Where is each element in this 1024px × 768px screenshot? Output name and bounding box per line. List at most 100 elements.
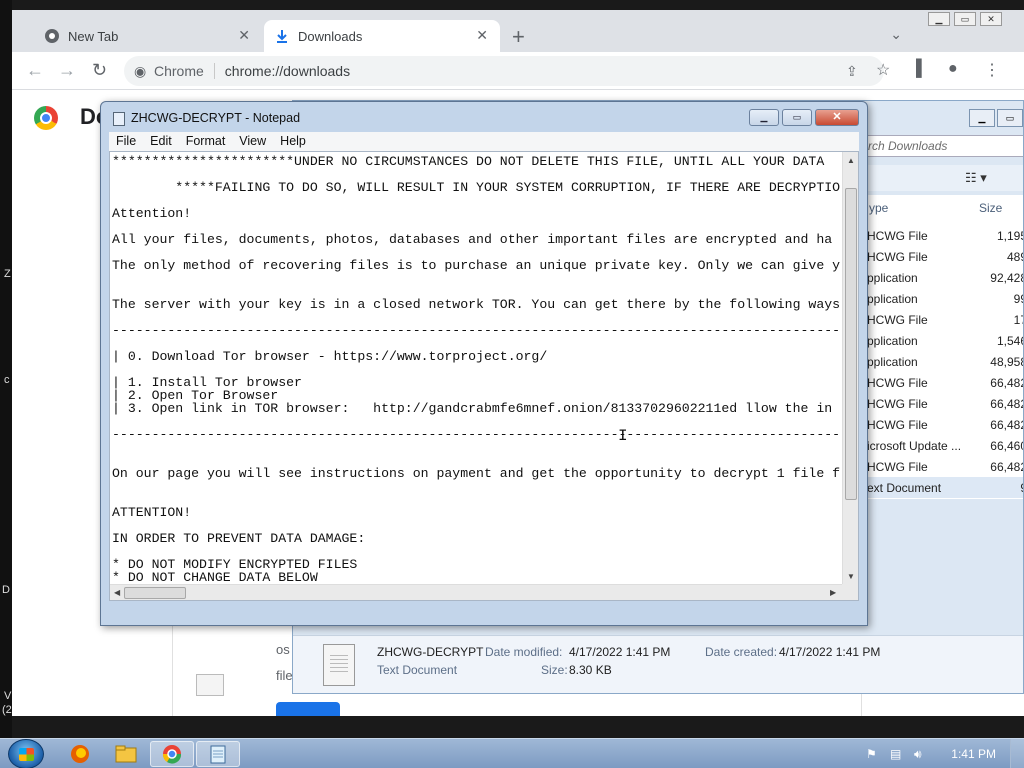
close-icon[interactable]: ✕ bbox=[238, 27, 250, 44]
download-action-button[interactable] bbox=[276, 702, 340, 716]
scroll-right-icon[interactable]: ▶ bbox=[830, 588, 836, 597]
menu-edit[interactable]: Edit bbox=[143, 132, 179, 151]
menu-file[interactable]: File bbox=[109, 132, 143, 151]
start-button[interactable] bbox=[8, 739, 44, 768]
notepad-icon bbox=[113, 112, 125, 126]
text-line: ATTENTION! bbox=[112, 505, 192, 520]
share-icon[interactable]: ⇪ bbox=[846, 63, 858, 80]
text-cursor-icon: I bbox=[618, 427, 628, 445]
scroll-up-icon[interactable]: ▲ bbox=[847, 156, 855, 165]
tab-label: New Tab bbox=[68, 28, 119, 44]
text-line: ***********************UNDER NO CIRCUMST… bbox=[112, 154, 825, 169]
text-line: On our page you will see instructions on… bbox=[112, 466, 841, 481]
menu-help[interactable]: Help bbox=[273, 132, 313, 151]
menu-view[interactable]: View bbox=[232, 132, 273, 151]
details-created-value: 4/17/2022 1:41 PM bbox=[779, 645, 881, 659]
tab-new-tab[interactable]: New Tab ✕ bbox=[22, 20, 262, 52]
download-icon bbox=[274, 28, 290, 44]
details-pane: ZHCWG-DECRYPT Text Document Date modifie… bbox=[293, 635, 1023, 693]
file-row[interactable]: pplication 48,958 bbox=[867, 351, 1023, 372]
close-button[interactable]: ✕ bbox=[815, 109, 859, 126]
address-bar[interactable]: ◉ Chrome chrome://downloads ⇪ bbox=[124, 56, 884, 86]
profile-avatar[interactable]: ● bbox=[948, 60, 958, 78]
text-editor[interactable]: ***********************UNDER NO CIRCUMST… bbox=[109, 151, 859, 601]
file-row[interactable]: HCWG File489 bbox=[867, 246, 1023, 267]
file-row[interactable]: pplication 1,546 bbox=[867, 330, 1023, 351]
file-row[interactable]: icrosoft Update ... 66,460 bbox=[867, 435, 1023, 456]
file-row-selected[interactable]: ext Document9 bbox=[867, 477, 1023, 498]
text-line: Attention! bbox=[112, 206, 192, 221]
notepad-taskbar-icon[interactable] bbox=[196, 741, 240, 767]
site-chip: Chrome bbox=[154, 63, 215, 79]
file-row[interactable]: HCWG File 1,195 bbox=[867, 225, 1023, 246]
firefox-icon[interactable] bbox=[58, 741, 102, 767]
maximize-button[interactable]: ▭ bbox=[782, 109, 812, 126]
download-card-text: os bbox=[276, 642, 290, 657]
desktop-edge bbox=[0, 0, 12, 738]
clock[interactable]: 1:41 PM bbox=[951, 747, 996, 761]
explorer-window-controls: ▁ ▭ bbox=[969, 109, 1023, 127]
maximize-button[interactable]: ▭ bbox=[954, 12, 976, 26]
column-header-size[interactable]: Size bbox=[979, 201, 1002, 215]
desktop-icon-label: Z bbox=[4, 268, 11, 280]
file-row[interactable]: HCWG File17 bbox=[867, 309, 1023, 330]
details-size-label: Size: bbox=[541, 663, 568, 677]
file-explorer-icon[interactable] bbox=[104, 741, 148, 767]
minimize-button[interactable]: ▁ bbox=[969, 109, 995, 127]
chrome-taskbar-icon[interactable] bbox=[150, 741, 194, 767]
resize-corner bbox=[842, 584, 858, 600]
network-icon[interactable]: ▤ bbox=[890, 747, 901, 761]
notepad-titlebar[interactable]: ZHCWG-DECRYPT - Notepad ▁ ▭ ✕ bbox=[101, 102, 867, 132]
details-modified-value: 4/17/2022 1:41 PM bbox=[569, 645, 671, 659]
side-panel-icon[interactable]: ▌ bbox=[916, 60, 927, 78]
search-input[interactable]: rch Downloads bbox=[863, 135, 1023, 157]
view-toolbar bbox=[863, 165, 1023, 191]
show-desktop-button[interactable] bbox=[1010, 739, 1024, 768]
text-line: All your files, documents, photos, datab… bbox=[112, 232, 833, 247]
text-line: | 3. Open link in TOR browser: http://ga… bbox=[112, 401, 833, 416]
text-line: ----------------------------------------… bbox=[112, 323, 848, 338]
vertical-scroll-thumb[interactable] bbox=[845, 188, 857, 500]
scroll-left-icon[interactable]: ◀ bbox=[114, 588, 120, 597]
desktop-icon-label: c bbox=[4, 374, 10, 386]
maximize-button[interactable]: ▭ bbox=[997, 109, 1023, 127]
menu-bar: File Edit Format View Help bbox=[109, 132, 859, 151]
file-row[interactable]: pplication99 bbox=[867, 288, 1023, 309]
chrome-logo-icon bbox=[34, 106, 58, 130]
file-row[interactable]: HCWG File 66,482 bbox=[867, 414, 1023, 435]
forward-arrow-icon[interactable]: → bbox=[58, 60, 76, 81]
vertical-scrollbar[interactable]: ▲ ▼ bbox=[842, 152, 858, 584]
minimize-button[interactable]: ▁ bbox=[749, 109, 779, 126]
volume-icon[interactable]: 🔊︎ bbox=[914, 747, 922, 762]
text-line: ----------------------------------------… bbox=[112, 427, 848, 442]
tab-strip: New Tab ✕ Downloads ✕ + ⌄ ▁ ▭ ✕ bbox=[12, 10, 1024, 52]
tab-downloads[interactable]: Downloads ✕ bbox=[264, 20, 500, 52]
chevron-down-icon[interactable]: ⌄ bbox=[890, 26, 902, 43]
desktop-icon-label: D bbox=[2, 584, 10, 596]
file-row[interactable]: HCWG File 66,482 bbox=[867, 372, 1023, 393]
text-line: | 0. Download Tor browser - https://www.… bbox=[112, 349, 548, 364]
view-options-icon[interactable]: ☷ ▾ bbox=[965, 170, 987, 186]
security-alert-icon[interactable]: ⚑ bbox=[866, 747, 877, 761]
file-row[interactable]: HCWG File 66,482 bbox=[867, 393, 1023, 414]
details-created-label: Date created: bbox=[705, 645, 778, 659]
download-card-text: file bbox=[276, 668, 293, 683]
minimize-button[interactable]: ▁ bbox=[928, 12, 950, 26]
horizontal-scrollbar[interactable]: ◀ ▶ bbox=[110, 584, 844, 600]
ransom-note-text: ***********************UNDER NO CIRCUMST… bbox=[112, 152, 848, 585]
details-modified-label: Date modified: bbox=[485, 645, 563, 659]
close-icon[interactable]: ✕ bbox=[476, 27, 488, 44]
menu-format[interactable]: Format bbox=[179, 132, 233, 151]
bookmark-star-icon[interactable]: ☆ bbox=[876, 60, 890, 80]
reload-icon[interactable]: ↻ bbox=[92, 60, 107, 81]
file-row[interactable]: pplication 92,428 bbox=[867, 267, 1023, 288]
new-tab-button[interactable]: + bbox=[512, 24, 525, 50]
desktop-icon-label: (2 bbox=[2, 704, 12, 716]
column-header-type[interactable]: ype bbox=[869, 201, 888, 215]
horizontal-scroll-thumb[interactable] bbox=[124, 587, 186, 599]
back-arrow-icon[interactable]: ← bbox=[26, 60, 44, 81]
close-button[interactable]: ✕ bbox=[980, 12, 1002, 26]
scroll-down-icon[interactable]: ▼ bbox=[847, 572, 855, 581]
menu-kebab-icon[interactable]: ⋮ bbox=[984, 60, 1000, 80]
file-row[interactable]: HCWG File 66,482 bbox=[867, 456, 1023, 477]
